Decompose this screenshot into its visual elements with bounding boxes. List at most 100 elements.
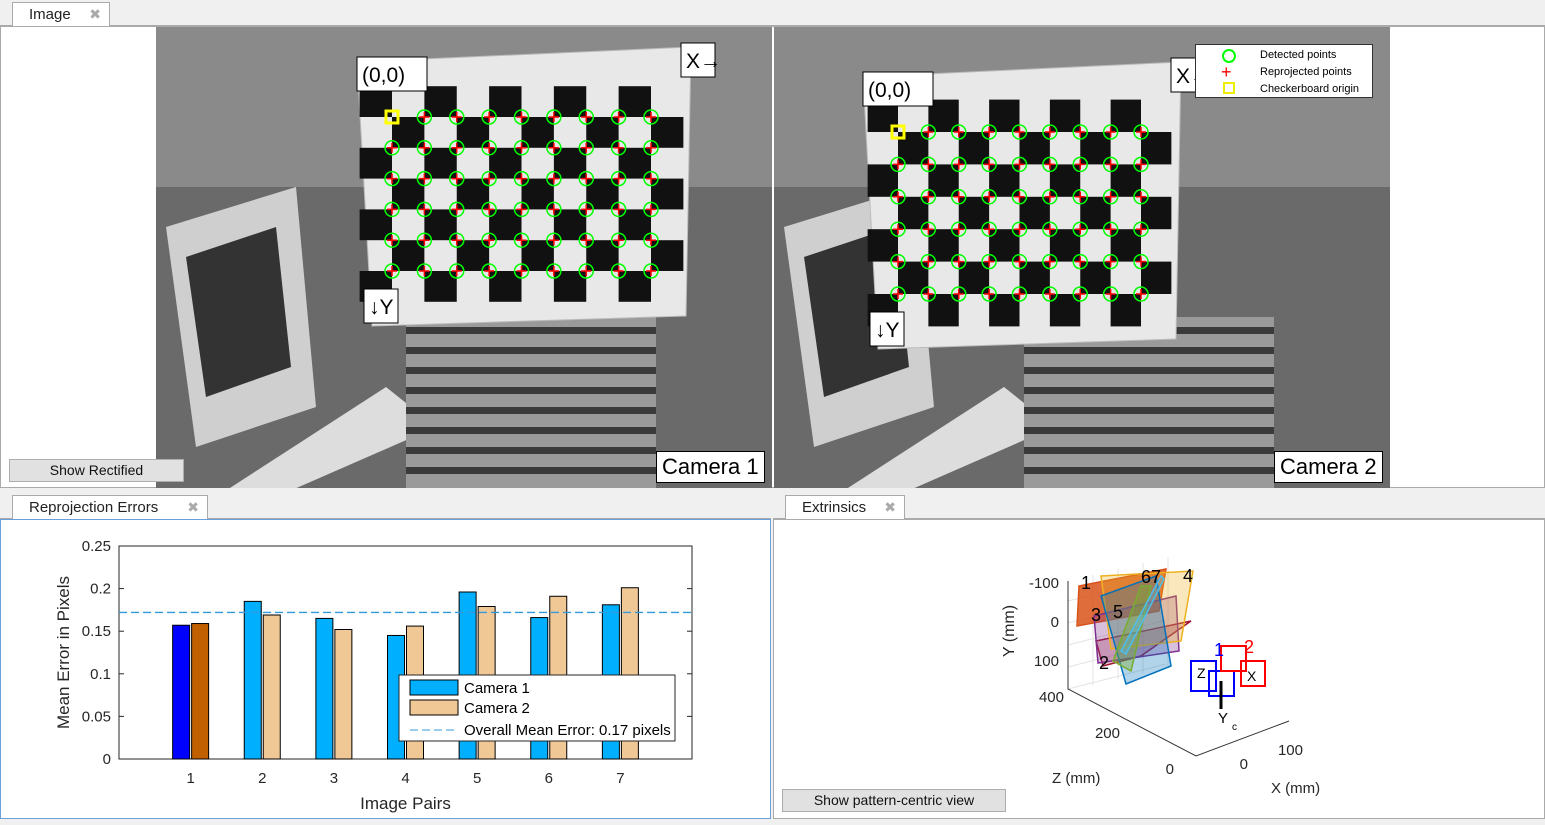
legend-origin: Checkerboard origin xyxy=(1260,83,1360,95)
shirt-stripe xyxy=(1024,467,1274,474)
board-id-label: 3 xyxy=(1091,605,1101,625)
y-axis-label-text: ↓Y xyxy=(369,296,394,319)
origin-icon xyxy=(1223,82,1235,94)
board-id-label: 2 xyxy=(1099,653,1109,673)
z-tick-label: 400 xyxy=(1039,689,1064,706)
y-tick-label: 0.25 xyxy=(82,538,111,555)
board-id-label: 6 xyxy=(1141,567,1151,587)
tab-label: Image xyxy=(29,6,71,23)
y-axis-label: Y (mm) xyxy=(1001,605,1018,657)
scene: (0,0) X→ ↓Y xyxy=(156,27,772,488)
close-icon[interactable]: ✖ xyxy=(884,499,896,516)
pattern-centric-view-button[interactable]: Show pattern-centric view xyxy=(782,789,1006,812)
shirt-stripe xyxy=(406,387,656,394)
y-tick-label: 0 xyxy=(103,751,111,768)
x-tick-label: 2 xyxy=(258,770,266,787)
show-rectified-button[interactable]: Show Rectified xyxy=(9,459,184,482)
close-icon[interactable]: ✖ xyxy=(89,6,101,23)
y-axis-label: ↓Y xyxy=(869,311,905,347)
camera-id-label: 2 xyxy=(1244,637,1254,657)
legend-label: Camera 1 xyxy=(464,680,530,697)
shirt-stripe xyxy=(406,427,656,434)
x-tick-label: 5 xyxy=(473,770,481,787)
shirt-stripe xyxy=(406,347,656,354)
camera2-label: Camera 2 xyxy=(1274,451,1383,483)
shirt-stripe xyxy=(406,447,656,454)
legend-swatch xyxy=(409,699,459,716)
tab-label: Reprojection Errors xyxy=(29,499,159,516)
origin-label-text: (0,0) xyxy=(362,64,405,87)
y-tick-label: 0.2 xyxy=(90,581,111,598)
origin-label: (0,0) xyxy=(356,56,428,92)
shirt-stripe xyxy=(406,407,656,414)
legend-label: Camera 2 xyxy=(464,700,530,717)
camera1-image: (0,0) X→ ↓Y xyxy=(156,27,772,488)
y-tick-label: 100 xyxy=(1034,653,1059,670)
chart-legend: Camera 1 Camera 2 Overall Mean Error: 0.17… xyxy=(398,674,676,742)
x-axis-label: X→ xyxy=(680,42,721,78)
bar-2-2 xyxy=(262,614,281,760)
board-id-label: 1 xyxy=(1081,573,1091,593)
y-tick-label: 0 xyxy=(1051,614,1059,631)
camera-y-label: Y xyxy=(1218,710,1228,727)
bar-1-3 xyxy=(315,617,334,760)
camera1-label: Camera 1 xyxy=(656,451,765,483)
x-tick-label: 1 xyxy=(186,770,194,787)
x-axis-label: Image Pairs xyxy=(360,794,451,813)
shirt-stripe xyxy=(1024,407,1274,414)
shirt-stripe xyxy=(1024,447,1274,454)
bar-1-2 xyxy=(243,600,262,760)
board-id-label: 4 xyxy=(1183,566,1193,586)
tab-reprojection-errors[interactable]: Reprojection Errors ✖ xyxy=(12,495,208,519)
z-axis-label: Z (mm) xyxy=(1052,770,1100,787)
tab-extrinsics[interactable]: Extrinsics ✖ xyxy=(785,495,905,519)
y-tick-label: 0.15 xyxy=(82,623,111,640)
y-tick-label: -100 xyxy=(1029,575,1059,592)
camera-id-label: 1 xyxy=(1214,640,1224,660)
y-axis-label-text: ↓Y xyxy=(875,319,900,342)
extrinsics-plot: 123456 71 2Z XYc-10001004002000 0100Y (mm)Z … xyxy=(1001,557,1320,797)
points-legend: + Detected points Reprojected points Che… xyxy=(1195,44,1373,98)
legend-reprojected: Reprojected points xyxy=(1260,66,1352,78)
legend-detected: Detected points xyxy=(1260,49,1337,61)
camera-2-icon xyxy=(1220,645,1247,672)
y-axis-label: ↓Y xyxy=(363,288,399,324)
board-id-label: 7 xyxy=(1151,567,1161,587)
bar-2-1 xyxy=(191,623,210,760)
x-tick-label: 3 xyxy=(330,770,338,787)
shirt-stripe xyxy=(406,467,656,474)
shirt-stripe xyxy=(406,327,656,334)
y-tick-label: 0.1 xyxy=(90,666,111,683)
board-id-label: 5 xyxy=(1113,602,1123,622)
x-axis-label-text: X→ xyxy=(686,50,721,73)
y-tick-label: 0.05 xyxy=(82,708,111,725)
camera-z-label: Z xyxy=(1197,665,1206,681)
reproj-tabbar: Reprojection Errors ✖ xyxy=(0,493,771,519)
person-shirt xyxy=(406,317,656,488)
shirt-stripe xyxy=(1024,387,1274,394)
z-tick-label: 200 xyxy=(1095,725,1120,742)
tab-image[interactable]: Image ✖ xyxy=(12,2,110,26)
camera-axis-subscript: c xyxy=(1232,722,1237,733)
image-panel: (0,0) X→ ↓Y (0,0) X→ ↓Y Show Rectified Camer… xyxy=(0,26,1545,488)
close-icon[interactable]: ✖ xyxy=(187,499,199,516)
bar-2-3 xyxy=(334,628,353,760)
legend-swatch xyxy=(409,679,459,696)
z-tick-label: 0 xyxy=(1166,761,1174,778)
extrinsics-tabbar: Extrinsics ✖ xyxy=(773,493,1545,519)
shirt-stripe xyxy=(1024,427,1274,434)
bar-1-1 xyxy=(172,624,191,760)
legend-label: Overall Mean Error: 0.17 pixels xyxy=(464,722,671,739)
origin-label: (0,0) xyxy=(862,71,934,107)
camera-x-label: X xyxy=(1247,668,1257,684)
x-tick-label: 7 xyxy=(616,770,624,787)
x-tick-label: 100 xyxy=(1278,742,1303,759)
x-tick-label: 6 xyxy=(545,770,553,787)
reprojection-chart: 0 0.05 0.1 0.15 0.2 0.25 1 2 3 4 5 6 7 Image Pairs Mea… xyxy=(54,538,693,813)
detected-point-icon xyxy=(1222,49,1236,63)
reprojected-point-icon: + xyxy=(1221,62,1232,82)
x-tick-label: 0 xyxy=(1240,756,1248,773)
shirt-stripe xyxy=(1024,347,1274,354)
extrinsics-panel: 1 2 3 4 5 6 7 1 2 Z X Yc -100 0 100 400 200 0 0 100 Y (mm) Z … xyxy=(773,519,1545,819)
reprojection-panel: 0 0.05 0.1 0.15 0.2 0.25 1 2 3 4 5 6 7 Image Pairs Mea… xyxy=(0,519,771,819)
